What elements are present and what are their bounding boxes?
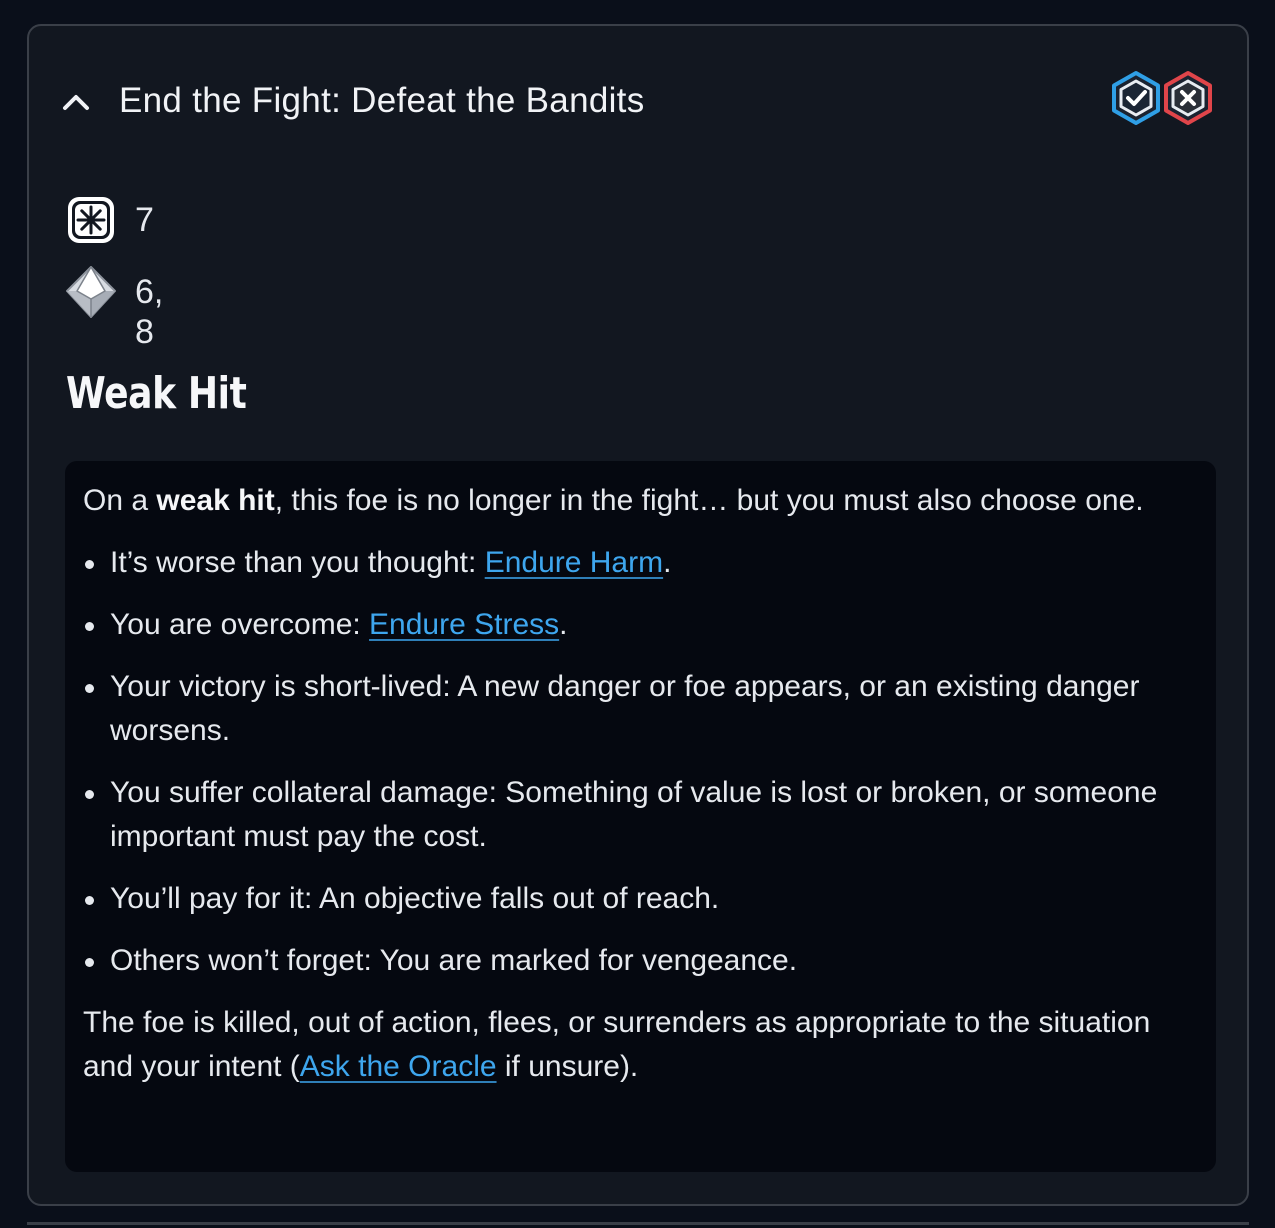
- intro-bold: weak hit: [156, 484, 275, 517]
- endure-harm-link[interactable]: Endure Harm: [485, 546, 663, 579]
- list-item: You suffer collateral damage: Something …: [83, 771, 1198, 859]
- intro-prefix: On a: [83, 484, 157, 517]
- ask-the-oracle-link[interactable]: Ask the Oracle: [300, 1050, 497, 1083]
- move-title: End the Fight: Defeat the Bandits: [119, 81, 645, 120]
- move-card-header[interactable]: End the Fight: Defeat the Bandits: [29, 26, 1247, 178]
- outcome-heading: Weak Hit: [66, 368, 247, 419]
- list-item: Your victory is short-lived: A new dange…: [83, 665, 1198, 753]
- divider: [27, 1222, 1249, 1225]
- roll-actions: [1109, 70, 1221, 126]
- outcome-outro: The foe is killed, out of action, flees,…: [83, 1001, 1198, 1089]
- action-die-icon: [65, 194, 117, 246]
- move-card: End the Fight: Defeat the Bandits 7 6, 8…: [27, 24, 1249, 1206]
- chevron-up-icon[interactable]: [59, 84, 93, 118]
- list-item: It’s worse than you thought: Endure Harm…: [83, 541, 1198, 585]
- hex-x-icon[interactable]: [1161, 70, 1215, 126]
- challenge-dice-values: 6, 8: [135, 273, 164, 351]
- list-item: You are overcome: Endure Stress.: [83, 603, 1198, 647]
- options-list: It’s worse than you thought: Endure Harm…: [83, 541, 1198, 983]
- hex-check-icon[interactable]: [1109, 70, 1163, 126]
- intro-suffix: , this foe is no longer in the fight… bu…: [274, 484, 1144, 517]
- challenge-die-icon: [65, 266, 117, 318]
- action-die-value: 7: [135, 201, 154, 239]
- endure-stress-link[interactable]: Endure Stress: [369, 608, 559, 641]
- outro-suffix: if unsure).: [496, 1050, 639, 1083]
- outcome-intro: On a weak hit, this foe is no longer in …: [83, 479, 1198, 523]
- outcome-panel: On a weak hit, this foe is no longer in …: [65, 461, 1216, 1172]
- list-item: You’ll pay for it: An objective falls ou…: [83, 877, 1198, 921]
- list-item: Others won’t forget: You are marked for …: [83, 939, 1198, 983]
